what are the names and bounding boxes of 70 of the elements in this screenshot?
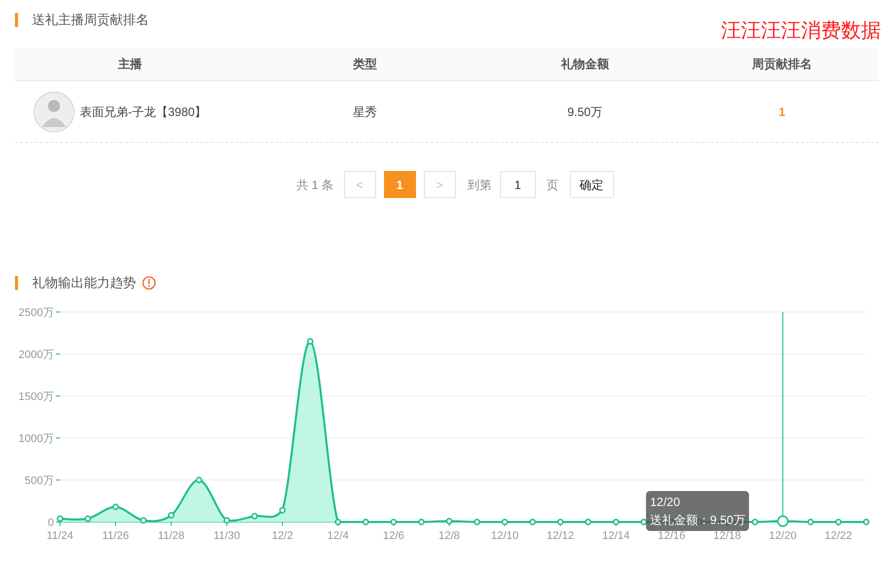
x-axis-label: 12/22 — [824, 530, 852, 542]
tooltip-value: 送礼金额：9.50万 — [650, 512, 746, 528]
point — [752, 518, 758, 525]
x-axis-label: 12/14 — [602, 530, 630, 542]
point — [612, 518, 620, 525]
point — [279, 506, 286, 513]
point — [474, 518, 480, 525]
page-input[interactable]: 1 — [500, 171, 536, 198]
x-axis-label: 12/12 — [546, 530, 574, 542]
page-suffix: 页 — [546, 176, 559, 194]
point — [390, 518, 397, 525]
column-header: 周贡献排名 — [752, 57, 812, 71]
x-axis-label: 12/6 — [382, 530, 404, 542]
column-header: 礼物金额 — [561, 57, 609, 71]
tooltip-date: 12/20 — [650, 494, 682, 510]
y-axis-label: 2500万 — [18, 306, 54, 318]
column-header: 主播 — [118, 57, 142, 71]
point — [640, 518, 648, 525]
point — [140, 516, 147, 524]
point — [557, 518, 564, 525]
overlay-label: 汪汪汪汪消费数据 — [721, 19, 881, 44]
y-axis-label: 2000万 — [18, 348, 54, 360]
table-cell: 9.50万 — [567, 104, 603, 118]
x-axis-label: 12/10 — [491, 530, 519, 542]
point — [112, 503, 119, 510]
point — [168, 512, 174, 518]
point — [418, 518, 425, 525]
anchor-name: 表面兄弟-子龙【3980】 — [80, 104, 207, 120]
next-page-button[interactable]: > — [424, 171, 456, 198]
point — [84, 514, 92, 522]
point — [196, 476, 202, 483]
x-axis-label: 12/20 — [769, 530, 797, 542]
x-axis-label: 11/24 — [46, 530, 74, 542]
point — [446, 517, 452, 524]
x-axis-label: 11/26 — [102, 530, 129, 542]
section-title: 送礼主播周贡献排名 — [32, 11, 149, 29]
y-axis-label: 500万 — [24, 474, 54, 486]
confirm-button[interactable]: 确定 — [570, 171, 614, 198]
point — [56, 514, 64, 522]
table-cell: 星秀 — [353, 104, 377, 118]
section-title: 礼物输出能力趋势 — [32, 274, 136, 292]
x-axis-label: 12/4 — [327, 530, 349, 542]
x-axis-label: 11/30 — [213, 530, 240, 542]
point — [362, 518, 370, 525]
column-header: 类型 — [353, 57, 377, 71]
point — [584, 518, 592, 525]
point — [862, 518, 870, 525]
info-icon — [142, 276, 156, 290]
page-button[interactable]: 1 — [384, 171, 416, 198]
x-axis-label: 12/2 — [272, 530, 294, 542]
point — [334, 518, 342, 525]
y-axis-label: 1500万 — [18, 390, 54, 402]
y-axis-label: 0 — [48, 516, 54, 528]
point — [306, 338, 314, 344]
total-count: 共 1 条 — [296, 176, 334, 194]
point — [835, 518, 842, 525]
avatar-icon — [33, 90, 75, 132]
x-axis-label: 11/28 — [158, 530, 185, 542]
x-axis-label: 12/18 — [713, 530, 741, 542]
point — [224, 516, 230, 524]
point — [502, 518, 508, 525]
point — [807, 518, 814, 525]
x-axis-label: 12/16 — [658, 530, 686, 542]
point — [529, 518, 536, 525]
prev-page-button[interactable]: < — [344, 171, 376, 198]
point — [251, 512, 258, 519]
goto-label: 到第 — [468, 176, 492, 194]
rank-value: 1 — [778, 104, 786, 118]
x-axis-label: 12/8 — [438, 530, 460, 542]
y-axis-label: 1000万 — [18, 432, 54, 444]
